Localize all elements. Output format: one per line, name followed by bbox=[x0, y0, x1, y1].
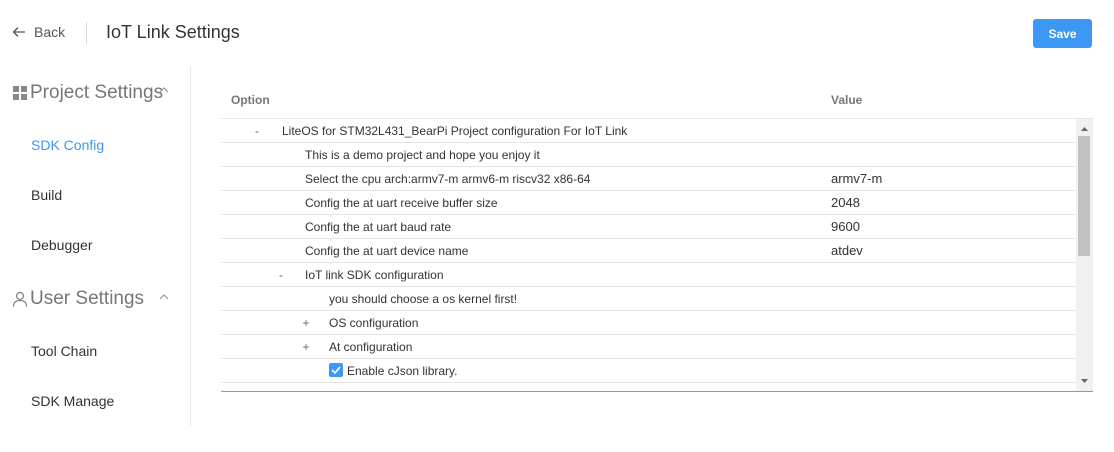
option-label: LiteOS for STM32L431_BearPi Project conf… bbox=[282, 124, 628, 138]
column-header-value: Value bbox=[831, 93, 863, 107]
table-row[interactable]: Select the cpu arch:armv7-m armv6-m risc… bbox=[221, 167, 1076, 191]
page-title: IoT Link Settings bbox=[106, 22, 240, 42]
table-row[interactable]: - LiteOS for STM32L431_BearPi Project co… bbox=[221, 119, 1076, 143]
back-button[interactable]: Back bbox=[12, 24, 65, 40]
vertical-scrollbar[interactable] bbox=[1076, 119, 1093, 391]
sidebar-item-debugger[interactable]: Debugger bbox=[31, 237, 93, 253]
sidebar-item-sdk-manage[interactable]: SDK Manage bbox=[31, 393, 114, 409]
table-row[interactable]: you should choose a os kernel first! bbox=[221, 287, 1076, 311]
expand-toggle[interactable]: + bbox=[301, 340, 311, 354]
config-rows: - LiteOS for STM32L431_BearPi Project co… bbox=[221, 119, 1076, 383]
sidebar-item-sdk-config[interactable]: SDK Config bbox=[31, 137, 104, 153]
option-label: Select the cpu arch:armv7-m armv6-m risc… bbox=[305, 172, 591, 186]
grid-icon bbox=[13, 86, 27, 100]
column-header-option: Option bbox=[231, 93, 270, 107]
option-value[interactable]: atdev bbox=[831, 243, 863, 258]
option-label: At configuration bbox=[329, 340, 413, 354]
config-table: - LiteOS for STM32L431_BearPi Project co… bbox=[221, 118, 1093, 392]
option-label: IoT link SDK configuration bbox=[305, 268, 444, 282]
group-label: Project Settings bbox=[30, 82, 164, 103]
arrow-left-icon bbox=[12, 27, 25, 37]
option-label: Enable cJson library. bbox=[347, 364, 458, 378]
table-row[interactable]: Config the at uart receive buffer size 2… bbox=[221, 191, 1076, 215]
option-label: OS configuration bbox=[329, 316, 419, 330]
option-value[interactable]: 9600 bbox=[831, 219, 860, 234]
arrow-up-icon bbox=[1081, 127, 1088, 131]
checkmark-icon bbox=[331, 366, 341, 374]
sidebar-item-build[interactable]: Build bbox=[31, 187, 62, 203]
scroll-down-button[interactable] bbox=[1076, 373, 1093, 389]
table-row[interactable]: + At configuration bbox=[221, 335, 1076, 359]
group-label: User Settings bbox=[30, 288, 145, 309]
group-user-settings[interactable]: User Settings bbox=[12, 288, 169, 310]
save-button[interactable]: Save bbox=[1033, 19, 1092, 48]
chevron-up-icon bbox=[159, 294, 169, 300]
option-label: you should choose a os kernel first! bbox=[329, 292, 518, 306]
option-value[interactable]: 2048 bbox=[831, 195, 860, 210]
table-row[interactable]: Enable cJson library. bbox=[221, 359, 1076, 383]
back-label: Back bbox=[34, 24, 66, 40]
table-row[interactable]: Config the at uart device name atdev bbox=[221, 239, 1076, 263]
chevron-up-icon bbox=[159, 87, 169, 93]
group-project-settings[interactable]: Project Settings bbox=[12, 82, 169, 104]
table-row[interactable]: - IoT link SDK configuration bbox=[221, 263, 1076, 287]
arrow-down-icon bbox=[1081, 379, 1088, 383]
collapse-toggle[interactable]: - bbox=[276, 268, 286, 282]
enable-cjson-checkbox[interactable] bbox=[329, 363, 343, 377]
option-label: Config the at uart baud rate bbox=[305, 220, 452, 234]
option-label: Config the at uart device name bbox=[305, 244, 469, 258]
header-divider bbox=[86, 22, 87, 44]
header-bar: Back IoT Link Settings Save bbox=[0, 0, 1114, 66]
table-row[interactable]: This is a demo project and hope you enjo… bbox=[221, 143, 1076, 167]
option-label: Config the at uart receive buffer size bbox=[305, 196, 498, 210]
scroll-up-button[interactable] bbox=[1076, 121, 1093, 137]
table-row[interactable]: Config the at uart baud rate 9600 bbox=[221, 215, 1076, 239]
user-icon bbox=[12, 291, 28, 307]
collapse-toggle[interactable]: - bbox=[252, 124, 262, 138]
expand-toggle[interactable]: + bbox=[301, 316, 311, 330]
option-value[interactable]: armv7-m bbox=[831, 171, 882, 186]
option-label: This is a demo project and hope you enjo… bbox=[305, 148, 540, 162]
settings-sidebar: Project Settings SDK Config Build Debugg… bbox=[0, 66, 191, 426]
sidebar-item-tool-chain[interactable]: Tool Chain bbox=[31, 343, 97, 359]
scrollbar-thumb[interactable] bbox=[1078, 136, 1090, 256]
table-row[interactable]: + OS configuration bbox=[221, 311, 1076, 335]
